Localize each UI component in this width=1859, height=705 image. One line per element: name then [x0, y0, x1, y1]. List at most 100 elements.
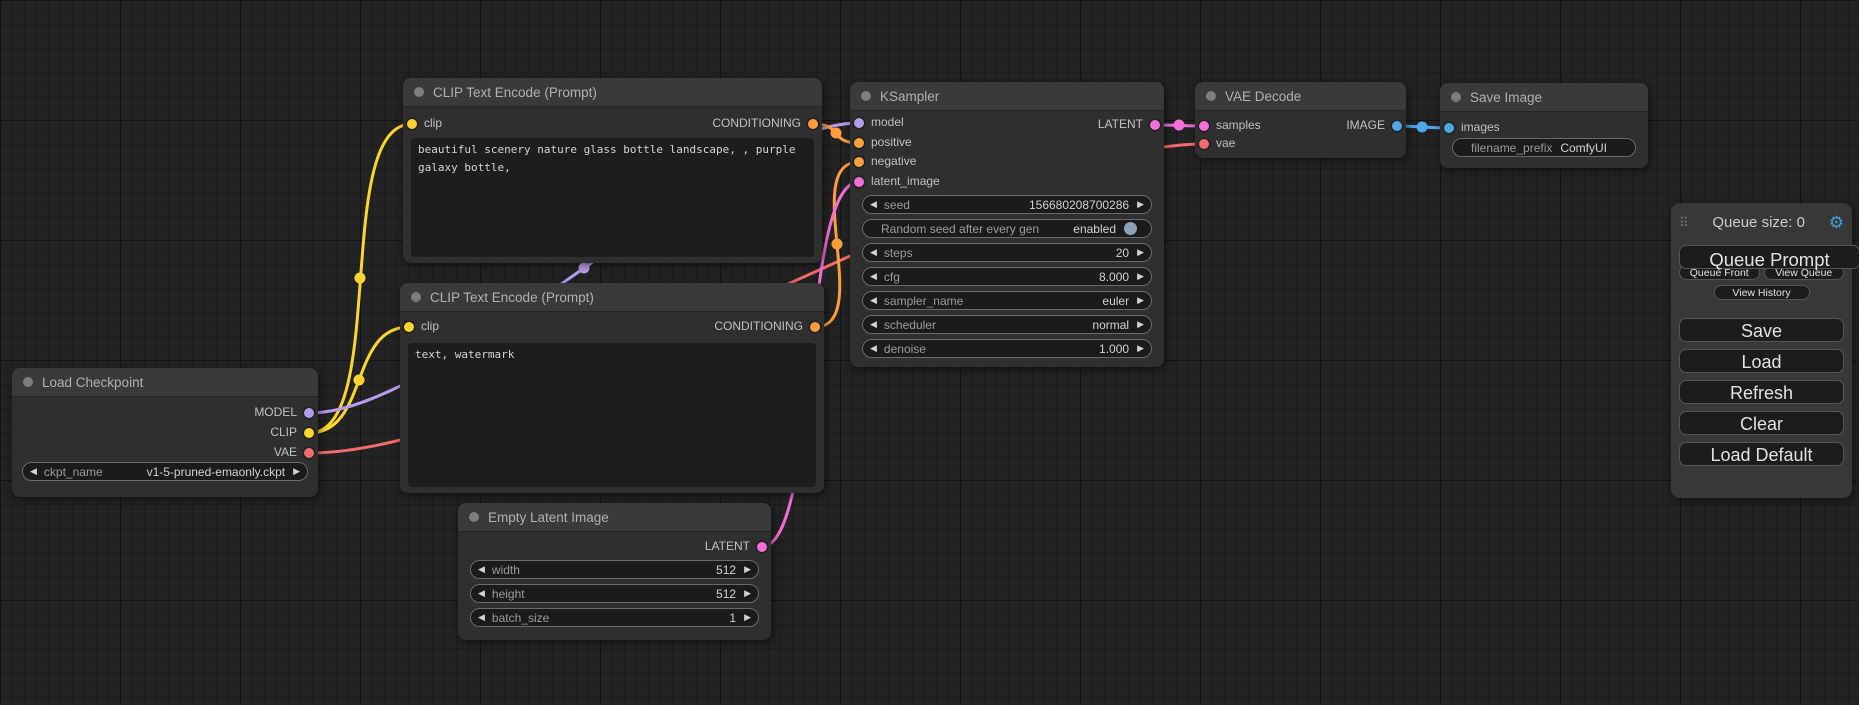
node-titlebar[interactable]: VAE Decode — [1195, 82, 1406, 111]
collapse-dot[interactable] — [861, 91, 871, 101]
node-save-image[interactable]: Save Image images filename_prefix ComfyU… — [1440, 83, 1648, 168]
node-ksampler[interactable]: KSampler model LATENT positive negative … — [850, 82, 1164, 367]
latent-output-dot[interactable] — [1150, 120, 1160, 130]
model-output-dot[interactable] — [304, 408, 314, 418]
clip-input-dot[interactable] — [407, 119, 417, 129]
decrement-arrow-icon[interactable]: ◀ — [870, 344, 877, 353]
decrement-arrow-icon[interactable]: ◀ — [30, 467, 37, 476]
input-slot-samples: samples IMAGE — [1195, 117, 1406, 135]
random-seed-toggle-widget[interactable]: Random seed after every gen enabled — [862, 219, 1152, 238]
node-titlebar[interactable]: CLIP Text Encode (Prompt) — [403, 78, 822, 107]
vae-output-dot[interactable] — [304, 448, 314, 458]
decrement-arrow-icon[interactable]: ◀ — [870, 320, 877, 329]
increment-arrow-icon[interactable]: ▶ — [1137, 248, 1144, 257]
node-empty-latent-image[interactable]: Empty Latent Image LATENT ◀ width 512 ▶ … — [458, 503, 771, 640]
model-input-dot[interactable] — [854, 118, 864, 128]
latent-image-input-dot[interactable] — [854, 177, 864, 187]
sampler-name-widget[interactable]: ◀ sampler_name euler ▶ — [862, 291, 1152, 310]
increment-arrow-icon[interactable]: ▶ — [1137, 200, 1144, 209]
node-titlebar[interactable]: CLIP Text Encode (Prompt) — [400, 283, 824, 312]
view-history-row: View History — [1679, 283, 1844, 301]
queue-prompt-button[interactable]: Queue Prompt — [1679, 245, 1859, 269]
link-midpoint-dot — [831, 128, 842, 139]
link-midpoint-dot — [1417, 122, 1428, 133]
input-slot-images: images — [1440, 119, 1648, 137]
node-title: CLIP Text Encode (Prompt) — [433, 85, 597, 100]
collapse-dot[interactable] — [23, 377, 33, 387]
decrement-arrow-icon[interactable]: ◀ — [478, 589, 485, 598]
negative-input-dot[interactable] — [854, 157, 864, 167]
output-slot-model: MODEL — [12, 404, 318, 422]
node-titlebar[interactable]: Save Image — [1440, 83, 1648, 112]
decrement-arrow-icon[interactable]: ◀ — [478, 565, 485, 574]
refresh-button[interactable]: Refresh — [1679, 380, 1844, 404]
view-history-button[interactable]: View History — [1714, 285, 1810, 300]
prompt-textarea[interactable]: text, watermark — [408, 343, 816, 487]
scheduler-widget[interactable]: ◀ scheduler normal ▶ — [862, 315, 1152, 334]
increment-arrow-icon[interactable]: ▶ — [1137, 344, 1144, 353]
decrement-arrow-icon[interactable]: ◀ — [478, 613, 485, 622]
filename-prefix-widget[interactable]: filename_prefix ComfyUI — [1452, 138, 1636, 157]
positive-input-dot[interactable] — [854, 138, 864, 148]
ckpt-name-widget[interactable]: ◀ ckpt_name v1-5-pruned-emaonly.ckpt ▶ — [22, 462, 308, 481]
latent-output-dot[interactable] — [757, 542, 767, 552]
image-output-dot[interactable] — [1392, 121, 1402, 131]
load-default-button[interactable]: Load Default — [1679, 442, 1844, 466]
node-title: KSampler — [880, 89, 939, 104]
increment-arrow-icon[interactable]: ▶ — [1137, 296, 1144, 305]
batch-size-widget[interactable]: ◀ batch_size 1 ▶ — [470, 608, 759, 627]
prompt-textarea[interactable]: beautiful scenery nature glass bottle la… — [411, 138, 814, 257]
width-widget[interactable]: ◀ width 512 ▶ — [470, 560, 759, 579]
input-slot-negative: negative — [850, 153, 1164, 171]
load-button[interactable]: Load — [1679, 349, 1844, 373]
increment-arrow-icon[interactable]: ▶ — [293, 467, 300, 476]
height-widget[interactable]: ◀ height 512 ▶ — [470, 584, 759, 603]
queue-panel: ⠿ Queue size: 0 ⚙ Queue Prompt Extra opt… — [1671, 203, 1852, 498]
cfg-widget[interactable]: ◀ cfg 8.000 ▶ — [862, 267, 1152, 286]
collapse-dot[interactable] — [1451, 92, 1461, 102]
steps-widget[interactable]: ◀ steps 20 ▶ — [862, 243, 1152, 262]
seed-widget[interactable]: ◀ seed 156680208700286 ▶ — [862, 195, 1152, 214]
collapse-dot[interactable] — [414, 87, 424, 97]
clip-output-dot[interactable] — [304, 428, 314, 438]
save-button[interactable]: Save — [1679, 318, 1844, 342]
samples-input-dot[interactable] — [1199, 121, 1209, 131]
decrement-arrow-icon[interactable]: ◀ — [870, 200, 877, 209]
gear-icon[interactable]: ⚙ — [1829, 214, 1844, 231]
clear-button[interactable]: Clear — [1679, 411, 1844, 435]
node-titlebar[interactable]: Empty Latent Image — [458, 503, 771, 532]
input-slot-vae: vae — [1195, 135, 1406, 153]
node-titlebar[interactable]: KSampler — [850, 82, 1164, 111]
images-input-dot[interactable] — [1444, 123, 1454, 133]
node-title: VAE Decode — [1225, 89, 1301, 104]
collapse-dot[interactable] — [1206, 91, 1216, 101]
input-slot-model: model LATENT — [850, 114, 1164, 132]
increment-arrow-icon[interactable]: ▶ — [744, 589, 751, 598]
decrement-arrow-icon[interactable]: ◀ — [870, 248, 877, 257]
node-clip-text-encode-positive[interactable]: CLIP Text Encode (Prompt) clip CONDITION… — [403, 78, 822, 263]
input-slot-latent-image: latent_image — [850, 173, 1164, 191]
collapse-dot[interactable] — [411, 292, 421, 302]
decrement-arrow-icon[interactable]: ◀ — [870, 296, 877, 305]
vae-input-dot[interactable] — [1199, 139, 1209, 149]
node-title: Empty Latent Image — [488, 510, 609, 525]
node-titlebar[interactable]: Load Checkpoint — [12, 368, 318, 397]
output-slot-vae: VAE — [12, 444, 318, 462]
node-load-checkpoint[interactable]: Load Checkpoint MODEL CLIP VAE ◀ ckpt_na… — [12, 368, 318, 497]
node-vae-decode[interactable]: VAE Decode samples IMAGE vae — [1195, 82, 1406, 158]
conditioning-output-dot[interactable] — [810, 322, 820, 332]
increment-arrow-icon[interactable]: ▶ — [744, 613, 751, 622]
clip-input-dot[interactable] — [404, 322, 414, 332]
collapse-dot[interactable] — [469, 512, 479, 522]
drag-handle-icon[interactable]: ⠿ — [1679, 216, 1689, 229]
conditioning-output-dot[interactable] — [808, 119, 818, 129]
link-midpoint-dot — [832, 239, 843, 250]
toggle-circle-icon[interactable] — [1124, 222, 1137, 235]
node-clip-text-encode-negative[interactable]: CLIP Text Encode (Prompt) clip CONDITION… — [400, 283, 824, 493]
increment-arrow-icon[interactable]: ▶ — [1137, 272, 1144, 281]
increment-arrow-icon[interactable]: ▶ — [1137, 320, 1144, 329]
increment-arrow-icon[interactable]: ▶ — [744, 565, 751, 574]
comfyui-canvas[interactable]: { "nodes": { "load_checkpoint": { "title… — [0, 0, 1859, 705]
decrement-arrow-icon[interactable]: ◀ — [870, 272, 877, 281]
denoise-widget[interactable]: ◀ denoise 1.000 ▶ — [862, 339, 1152, 358]
